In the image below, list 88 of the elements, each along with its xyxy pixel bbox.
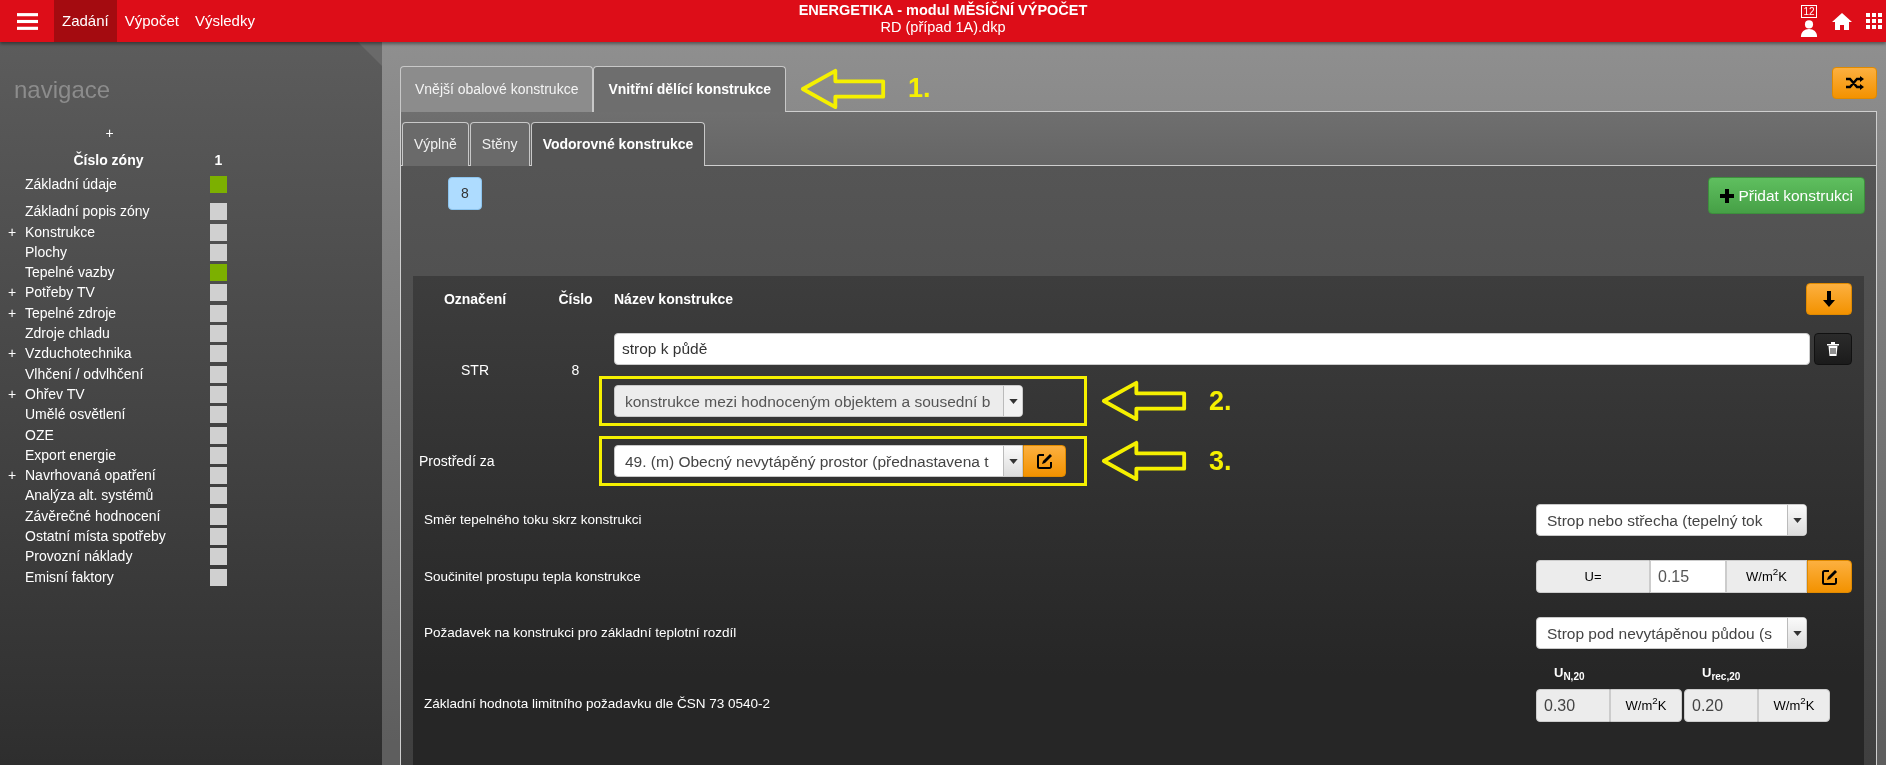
- callout-number: 3.: [1209, 445, 1232, 478]
- field-label: Základní hodnota limitního požadavku dle ČSN 73 0540-2: [424, 695, 771, 713]
- edit-icon: [1036, 453, 1053, 470]
- file-name: RD (případ 1A).dkp: [879, 19, 1007, 37]
- field-label: Směr tepelného toku skrz konstrukci: [424, 511, 643, 530]
- dropdown[interactable]: Strop nebo střecha (tepelný tok: [1536, 504, 1807, 537]
- user-button[interactable]: [1800, 19, 1818, 37]
- expand-toggle[interactable]: +: [8, 383, 25, 405]
- nav-item[interactable]: OZE: [25, 424, 210, 446]
- nav-item[interactable]: Závěrečné hodnocení: [25, 505, 210, 527]
- dropdown[interactable]: Strop pod nevytápěnou půdou (s: [1536, 617, 1807, 650]
- value-field: 0.30: [1536, 689, 1610, 723]
- nav-item[interactable]: Ohřev TV: [25, 383, 210, 405]
- nav-item[interactable]: Ostatní místa spotřeby: [25, 526, 210, 548]
- nav-item[interactable]: Vzduchotechnika: [25, 343, 210, 365]
- caret-icon: [1792, 630, 1802, 636]
- unit-label: W/m$^{2}$K: [1758, 689, 1830, 723]
- nav-item[interactable]: Konstrukce: [25, 221, 210, 243]
- nav-item[interactable]: Tepelné zdroje: [25, 302, 210, 324]
- column-header: Označení: [442, 289, 508, 309]
- notification-count: 12: [1801, 5, 1817, 18]
- nav-item[interactable]: Navrhovaná opatření: [25, 465, 210, 487]
- callout-number: 2.: [1209, 385, 1232, 418]
- value-field[interactable]: 0.15: [1650, 560, 1726, 594]
- zone-label: Číslo zóny: [72, 150, 145, 170]
- nav-item[interactable]: Export energie: [25, 444, 210, 466]
- expand-toggle[interactable]: +: [8, 282, 25, 304]
- user-icon: [1800, 19, 1818, 37]
- zone-number: 1: [213, 151, 224, 170]
- move-down-button[interactable]: [1806, 283, 1852, 316]
- field-prefix: U=: [1536, 560, 1650, 594]
- nav-item[interactable]: Provozní náklady: [25, 546, 210, 568]
- menu-tab[interactable]: Zadání: [54, 0, 117, 42]
- menu-tab[interactable]: Výpočet: [116, 0, 187, 42]
- expand-toggle[interactable]: +: [8, 221, 25, 243]
- callout-number: 1.: [908, 72, 931, 106]
- plus-icon: [1720, 188, 1735, 203]
- edit-button[interactable]: [1023, 445, 1066, 478]
- menu-tab[interactable]: Výsledky: [186, 0, 263, 42]
- construction-number: 8: [570, 361, 581, 381]
- nav-item[interactable]: Potřeby TV: [25, 282, 210, 304]
- nav-item[interactable]: Plochy: [25, 241, 210, 263]
- nav-item[interactable]: Základní popis zóny: [25, 201, 210, 223]
- caret-icon: [1008, 398, 1018, 404]
- field-label: Požadavek na konstrukci pro základní teplotní rozdíl: [424, 624, 738, 643]
- tab[interactable]: Vnitřní dělící konstrukce: [593, 66, 787, 112]
- expand-toggle[interactable]: +: [8, 302, 25, 324]
- nav-item[interactable]: Zdroje chladu: [25, 323, 210, 345]
- field-label: Prostředí za: [418, 451, 496, 471]
- nav-item[interactable]: Analýza alt. systémů: [25, 485, 210, 507]
- add-zone-toggle[interactable]: +: [25, 123, 210, 144]
- name-field[interactable]: strop k půdě: [614, 333, 1810, 366]
- construction-code: STR: [460, 361, 490, 381]
- tab[interactable]: Stěny: [469, 122, 530, 166]
- arrow-down-icon: [1822, 291, 1836, 308]
- home-button[interactable]: [1832, 12, 1852, 30]
- column-header: Název konstrukce: [614, 289, 734, 309]
- shuffle-icon: [1845, 76, 1864, 90]
- caret-icon: [1008, 458, 1018, 464]
- expand-toggle[interactable]: +: [8, 465, 25, 487]
- field-label: Součinitel prostupu tepla konstrukce: [424, 567, 642, 586]
- construction-count[interactable]: 8: [448, 177, 482, 210]
- delete-button[interactable]: [1814, 333, 1852, 366]
- dropdown[interactable]: 49. (m) Obecný nevytápěný prostor (přednastavena t: [614, 445, 1023, 478]
- nav-item[interactable]: Vlhčení / odvlhčení: [25, 363, 210, 385]
- limit-label: U$_{rec,20}$: [1701, 664, 1742, 684]
- app-title: ENERGETIKA - modul MĚSÍČNÍ VÝPOČET: [798, 2, 1088, 20]
- nav-item[interactable]: Základní údaje: [25, 174, 210, 195]
- tab[interactable]: Výplně: [402, 122, 469, 166]
- tab[interactable]: Vodorovné konstrukce: [530, 122, 706, 166]
- grid-icon: [1866, 13, 1882, 29]
- nav-item[interactable]: Emisní faktory: [25, 566, 210, 588]
- value-field: 0.20: [1684, 689, 1758, 723]
- menu-icon: [16, 12, 38, 30]
- trash-icon: [1827, 342, 1839, 357]
- edit-button[interactable]: [1807, 560, 1852, 594]
- apps-button[interactable]: [1866, 13, 1882, 29]
- caret-icon: [1792, 517, 1802, 523]
- shuffle-button[interactable]: [1832, 67, 1877, 99]
- nav-item[interactable]: Tepelné vazby: [25, 262, 210, 284]
- unit-label: W/m$^{2}$K: [1610, 689, 1682, 723]
- unit-label: W/m$^{2}$K: [1726, 560, 1807, 594]
- edit-icon: [1821, 568, 1838, 585]
- nav-item[interactable]: Umělé osvětlení: [25, 404, 210, 426]
- limit-label: U$_{N,20}$: [1553, 664, 1586, 684]
- expand-toggle[interactable]: +: [8, 343, 25, 365]
- column-header: Číslo: [557, 289, 594, 309]
- home-icon: [1832, 12, 1852, 30]
